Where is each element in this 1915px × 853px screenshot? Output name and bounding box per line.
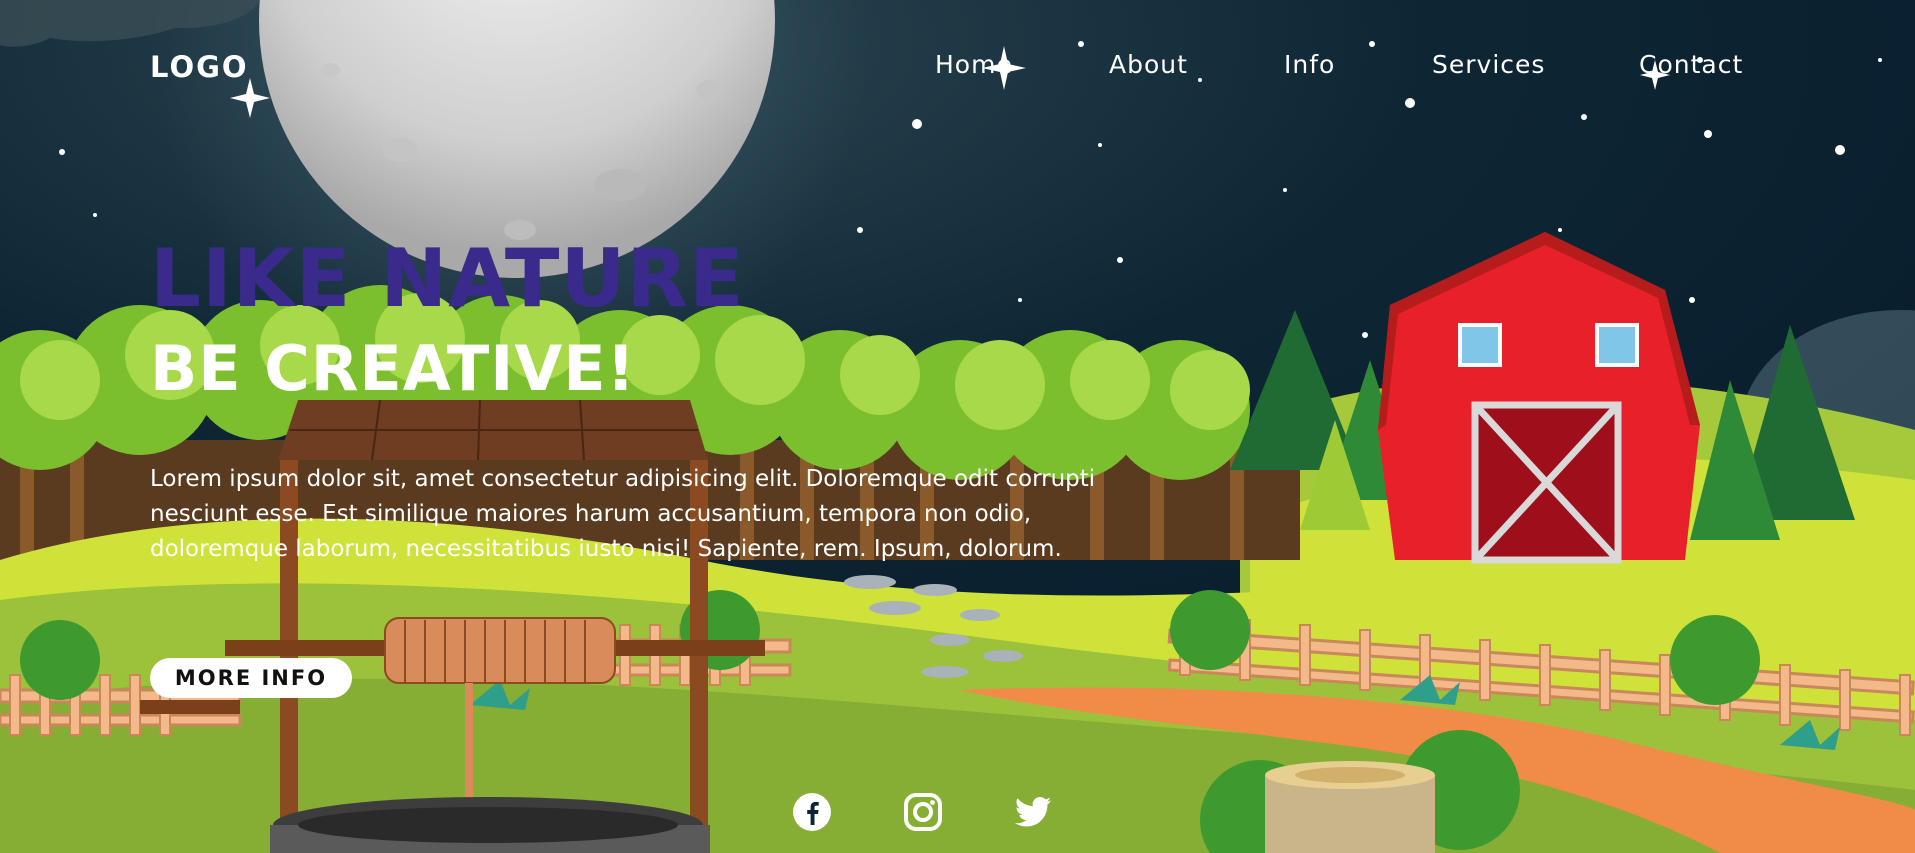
more-info-button[interactable]: MORE INFO [150, 658, 352, 698]
hero-title-line-2: BE CREATIVE! [150, 332, 636, 405]
instagram-icon[interactable] [903, 792, 943, 832]
facebook-icon[interactable] [792, 792, 832, 832]
nav-about-link[interactable]: About [1109, 50, 1188, 79]
twitter-icon[interactable] [1013, 792, 1053, 832]
logo[interactable]: LOGO [150, 50, 249, 84]
nav-contact-link[interactable]: Contact [1639, 50, 1743, 79]
hero-paragraph: Lorem ipsum dolor sit, amet consectetur … [150, 466, 1096, 562]
nav-services-link[interactable]: Services [1432, 50, 1545, 79]
page: LOGO Home About Info Services Contact LI… [0, 0, 1915, 853]
nav-info-link[interactable]: Info [1284, 50, 1335, 79]
nav-home-link[interactable]: Home [935, 50, 1013, 79]
hero-title-line-1: LIKE NATURE [150, 232, 745, 325]
